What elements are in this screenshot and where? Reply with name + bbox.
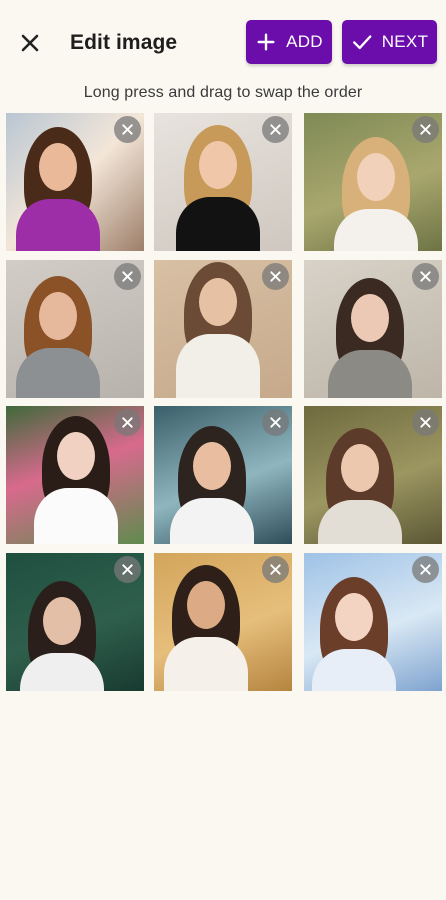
remove-photo-button[interactable] (412, 263, 439, 290)
photo-body-shape (164, 637, 248, 691)
remove-photo-button[interactable] (262, 556, 289, 583)
remove-photo-button[interactable] (412, 556, 439, 583)
next-button[interactable]: NEXT (342, 20, 437, 64)
page-title: Edit image (70, 31, 178, 54)
photo-face-shape (351, 294, 389, 342)
photo-body-shape (176, 197, 260, 251)
photo-tile[interactable] (304, 406, 442, 544)
close-icon (270, 271, 281, 282)
photo-tile[interactable] (304, 553, 442, 691)
close-icon (122, 417, 133, 428)
photo-body-shape (16, 199, 100, 251)
close-button[interactable] (14, 27, 46, 59)
photo-face-shape (39, 292, 77, 340)
photo-tile[interactable] (6, 113, 144, 251)
photo-body-shape (176, 334, 260, 398)
photo-face-shape (199, 278, 237, 326)
photo-face-shape (43, 597, 81, 645)
remove-photo-button[interactable] (262, 116, 289, 143)
add-button-label: ADD (286, 32, 323, 51)
next-button-label: NEXT (381, 32, 429, 51)
photo-tile[interactable] (304, 113, 442, 251)
photo-tile[interactable] (6, 406, 144, 544)
photo-tile[interactable] (6, 260, 144, 398)
photo-body-shape (170, 498, 254, 544)
close-icon (21, 34, 39, 52)
photo-face-shape (341, 444, 379, 492)
close-icon (122, 271, 133, 282)
photo-face-shape (193, 442, 231, 490)
close-icon (420, 564, 431, 575)
remove-photo-button[interactable] (114, 263, 141, 290)
photo-body-shape (328, 350, 412, 398)
photo-tile[interactable] (154, 553, 292, 691)
remove-photo-button[interactable] (114, 409, 141, 436)
instruction-text: Long press and drag to swap the order (83, 84, 363, 101)
remove-photo-button[interactable] (114, 556, 141, 583)
photo-body-shape (34, 488, 118, 544)
add-button[interactable]: ADD (246, 20, 332, 64)
photo-face-shape (39, 143, 77, 191)
top-bar: Edit image ADD NEXT (0, 0, 446, 86)
photo-tile[interactable] (6, 553, 144, 691)
remove-photo-button[interactable] (412, 409, 439, 436)
remove-photo-button[interactable] (114, 116, 141, 143)
plus-icon (257, 33, 275, 51)
remove-photo-button[interactable] (412, 116, 439, 143)
close-icon (270, 564, 281, 575)
close-icon (420, 417, 431, 428)
close-icon (270, 417, 281, 428)
photo-face-shape (57, 432, 95, 480)
remove-photo-button[interactable] (262, 409, 289, 436)
photo-tile[interactable] (154, 260, 292, 398)
close-icon (420, 271, 431, 282)
remove-photo-button[interactable] (262, 263, 289, 290)
photo-face-shape (335, 593, 373, 641)
photo-face-shape (199, 141, 237, 189)
close-icon (420, 124, 431, 135)
close-icon (270, 124, 281, 135)
photo-face-shape (187, 581, 225, 629)
photo-tile[interactable] (304, 260, 442, 398)
close-icon (122, 124, 133, 135)
photo-face-shape (357, 153, 395, 201)
photo-body-shape (16, 348, 100, 398)
edit-image-screen: Edit image ADD NEXT Long press and drag … (0, 0, 446, 900)
photo-tile[interactable] (154, 113, 292, 251)
close-icon (122, 564, 133, 575)
check-icon (352, 35, 372, 50)
photo-tile[interactable] (154, 406, 292, 544)
